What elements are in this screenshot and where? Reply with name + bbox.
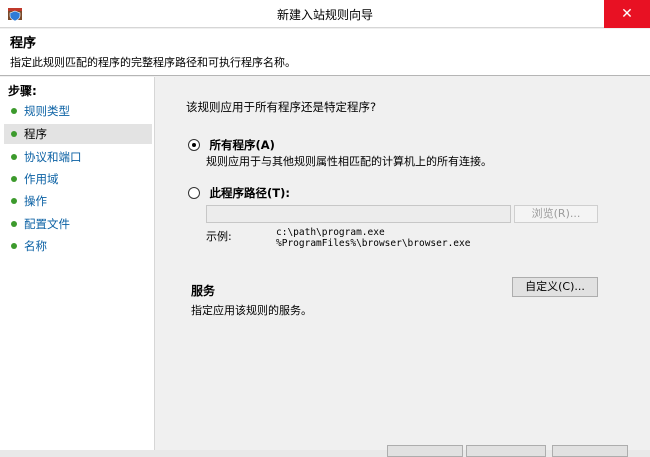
services-title: 服务 — [191, 284, 216, 298]
step-scope[interactable]: 作用域 — [4, 169, 152, 189]
radio-all-programs[interactable]: 所有程序(A) — [188, 137, 275, 153]
radio-program-path[interactable]: 此程序路径(T): — [188, 185, 290, 201]
steps-title: 步骤: — [8, 84, 37, 98]
example-label: 示例: — [206, 230, 232, 243]
example-paths: c:\path\program.exe %ProgramFiles%\brows… — [276, 227, 470, 249]
bullet-icon — [11, 221, 17, 227]
cancel-button[interactable] — [552, 445, 628, 457]
step-label: 程序 — [24, 127, 47, 141]
bullet-icon — [11, 108, 17, 114]
step-protocol-ports[interactable]: 协议和端口 — [4, 147, 152, 167]
step-profile[interactable]: 配置文件 — [4, 214, 152, 234]
question-text: 该规则应用于所有程序还是特定程序? — [186, 100, 377, 114]
example-path-1: c:\path\program.exe — [276, 227, 385, 238]
step-rule-type[interactable]: 规则类型 — [4, 101, 152, 121]
radio-label-program-path: 此程序路径(T): — [209, 186, 290, 200]
all-programs-description: 规则应用于与其他规则属性相匹配的计算机上的所有连接。 — [206, 155, 492, 168]
bullet-icon — [11, 198, 17, 204]
radio-button-unchecked[interactable] — [188, 187, 200, 199]
next-button[interactable] — [466, 445, 546, 457]
bullet-icon — [11, 243, 17, 249]
back-button[interactable] — [387, 445, 463, 457]
step-action[interactable]: 操作 — [4, 191, 152, 211]
program-path-input[interactable] — [206, 205, 511, 223]
main-content: 该规则应用于所有程序还是特定程序? 所有程序(A) 规则应用于与其他规则属性相匹… — [156, 77, 650, 450]
step-label: 配置文件 — [24, 217, 70, 231]
page-description: 指定此规则匹配的程序的完整程序路径和可执行程序名称。 — [10, 56, 296, 69]
example-path-2: %ProgramFiles%\browser\browser.exe — [276, 238, 471, 249]
wizard-window: 新建入站规则向导 ✕ 程序 指定此规则匹配的程序的完整程序路径和可执行程序名称。… — [0, 0, 650, 457]
step-label: 协议和端口 — [24, 150, 82, 164]
browse-button[interactable]: 浏览(R)... — [514, 205, 598, 223]
bullet-icon — [11, 131, 17, 137]
step-label: 名称 — [24, 239, 47, 253]
title-bar: 新建入站规则向导 ✕ — [0, 0, 650, 28]
page-title: 程序 — [10, 36, 37, 51]
customize-button[interactable]: 自定义(C)... — [512, 277, 598, 297]
step-label: 规则类型 — [24, 104, 70, 118]
step-program[interactable]: 程序 — [4, 124, 152, 144]
bullet-icon — [11, 154, 17, 160]
wizard-header: 程序 指定此规则匹配的程序的完整程序路径和可执行程序名称。 — [0, 29, 650, 76]
step-label: 作用域 — [24, 172, 59, 186]
bullet-icon — [11, 176, 17, 182]
services-description: 指定应用该规则的服务。 — [191, 304, 312, 317]
radio-button-checked[interactable] — [188, 139, 200, 151]
step-label: 操作 — [24, 194, 47, 208]
step-name[interactable]: 名称 — [4, 236, 152, 256]
close-button[interactable]: ✕ — [604, 0, 650, 28]
window-title: 新建入站规则向导 — [276, 8, 373, 22]
radio-label-all-programs: 所有程序(A) — [209, 138, 275, 152]
steps-panel: 步骤: 规则类型 程序 协议和端口 作用域 操作 配置文件 名称 — [0, 77, 155, 450]
